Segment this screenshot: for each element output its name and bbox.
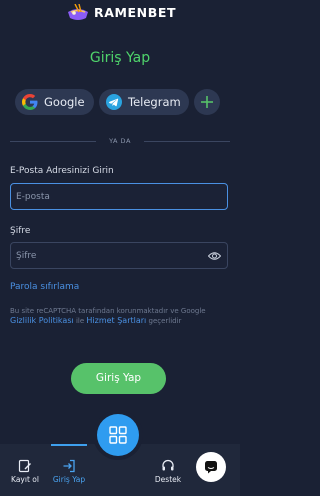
telegram-label: Telegram [128, 95, 181, 109]
more-login-options-button[interactable] [194, 89, 220, 115]
ramen-bowl-icon [68, 4, 88, 20]
headset-icon [162, 459, 174, 471]
brand-name: RAMENBET [94, 5, 177, 20]
password-field[interactable] [11, 243, 227, 268]
nav-support-label: Destek [154, 475, 182, 484]
legal-text-3: geçerlidir [148, 317, 182, 325]
nav-register[interactable]: Kayıt ol [3, 444, 47, 496]
email-field-wrapper [10, 183, 228, 210]
recaptcha-notice: Bu site reCAPTCHA tarafından korunmaktad… [10, 306, 230, 326]
password-label: Şifre [10, 226, 31, 236]
page-title: Giriş Yap [89, 50, 151, 66]
register-icon [18, 459, 31, 473]
email-field[interactable] [11, 184, 227, 209]
nav-support[interactable]: Destek [146, 444, 190, 496]
active-tab-indicator [51, 444, 87, 446]
google-login-button[interactable]: Google [15, 89, 94, 115]
telegram-login-button[interactable]: Telegram [99, 89, 189, 115]
google-label: Google [44, 95, 85, 109]
divider-text: YA DA [109, 137, 131, 145]
header: RAMENBET [0, 0, 240, 26]
password-field-wrapper [10, 242, 228, 269]
google-icon [22, 94, 38, 110]
login-submit-button[interactable]: Giriş Yap [71, 363, 166, 394]
nav-login-label: Giriş Yap [52, 475, 86, 484]
plus-icon [201, 96, 213, 108]
terms-of-service-link[interactable]: Hizmet Şartları [86, 316, 146, 325]
telegram-icon [106, 94, 122, 110]
legal-text-2: ile [75, 317, 85, 325]
email-label: E-Posta Adresinizi Girin [10, 166, 114, 176]
eye-icon[interactable] [208, 251, 221, 261]
legal-text-1: Bu site reCAPTCHA tarafından korunmaktad… [10, 307, 206, 315]
nav-login[interactable]: Giriş Yap [47, 444, 91, 496]
forgot-password-link[interactable]: Parola sıfırlama [10, 282, 79, 292]
nav-register-label: Kayıt ol [11, 475, 39, 484]
main-menu-button[interactable] [97, 414, 139, 456]
or-divider: YA DA [10, 136, 230, 148]
brand-logo[interactable]: RAMENBET [66, 4, 176, 22]
login-icon [63, 459, 75, 473]
chat-icon [205, 461, 217, 474]
privacy-policy-link[interactable]: Gizlilik Politikası [10, 316, 74, 325]
grid-menu-icon [109, 426, 127, 444]
live-chat-button[interactable] [196, 452, 226, 482]
